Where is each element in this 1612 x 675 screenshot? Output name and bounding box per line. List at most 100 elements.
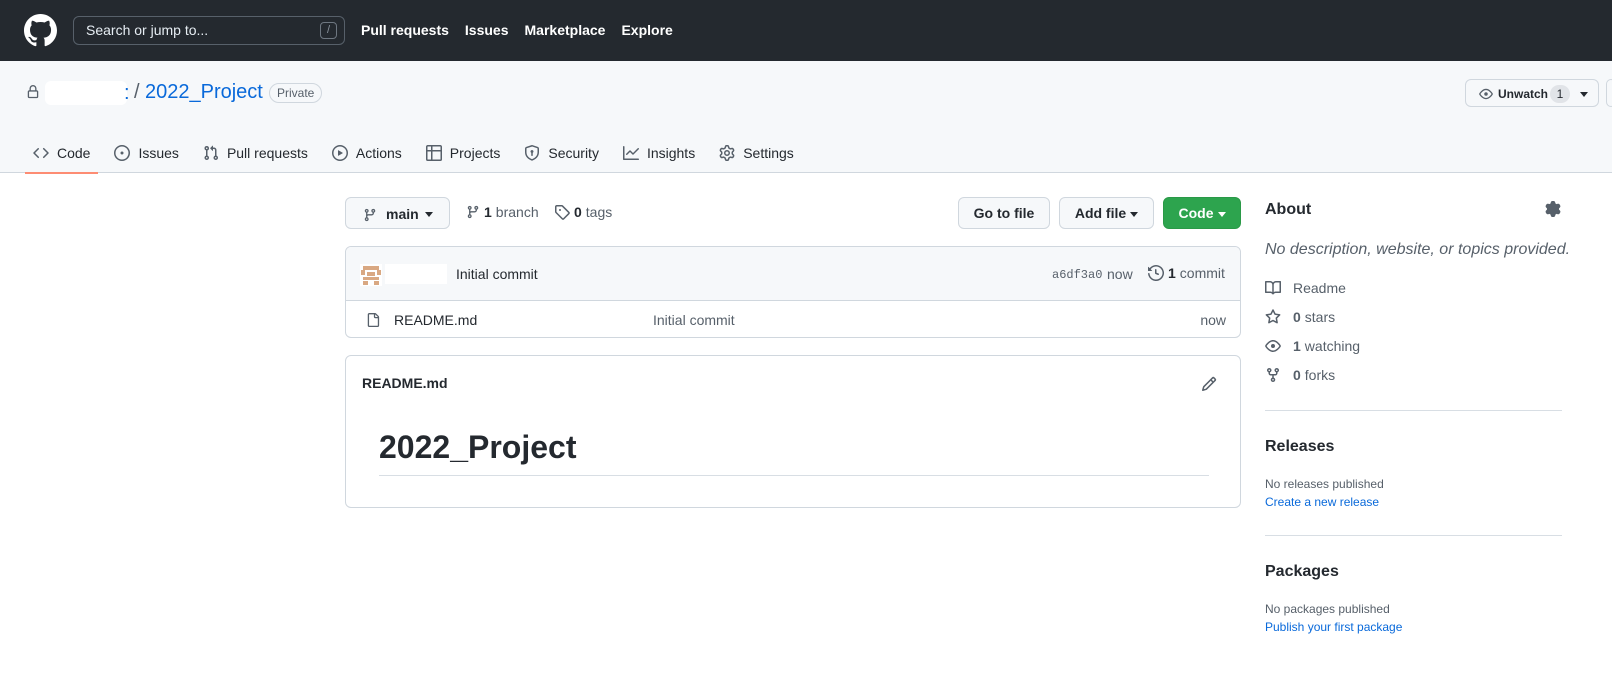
readme-title-link[interactable]: README.md [362, 375, 448, 391]
commit-history-link[interactable]: 1 commit [1148, 265, 1225, 281]
nav-explore[interactable]: Explore [621, 22, 672, 38]
repo-header: : / 2022_Project Private Unwatch 1 Code … [0, 61, 1612, 174]
commit-sha-link[interactable]: a6df3a0 [1052, 268, 1102, 282]
github-logo-icon[interactable] [24, 14, 57, 47]
commit-count: 1 [1168, 265, 1176, 281]
tab-insights[interactable]: Insights [615, 134, 703, 172]
about-heading: About [1265, 201, 1312, 218]
graph-icon [622, 146, 639, 160]
unwatch-label: Unwatch [1498, 87, 1549, 101]
pencil-icon[interactable] [1201, 376, 1217, 392]
nav-pull-requests[interactable]: Pull requests [361, 22, 449, 38]
chevron-down-icon [1217, 211, 1226, 217]
chevron-down-icon [1130, 211, 1139, 217]
unwatch-button[interactable]: Unwatch 1 [1465, 79, 1599, 107]
packages-note: No packages published [1265, 602, 1390, 616]
star-icon [1265, 309, 1281, 324]
chevron-down-icon [1580, 92, 1588, 97]
commit-message-link[interactable]: Initial commit [456, 266, 538, 282]
go-to-file-button[interactable]: Go to file [958, 197, 1050, 229]
latest-commit-row: Initial commit a6df3a0 now 1 commit [346, 247, 1240, 301]
watching-word: watching [1304, 338, 1361, 354]
tab-security[interactable]: Security [516, 134, 607, 172]
tab-actions[interactable]: Actions [324, 134, 410, 172]
git-branch-icon [467, 205, 479, 219]
nav-marketplace[interactable]: Marketplace [525, 22, 606, 38]
gear-icon [719, 145, 735, 161]
global-nav: Pull requests Issues Marketplace Explore [361, 22, 673, 38]
avatar[interactable] [360, 264, 382, 286]
commit-author-redacted[interactable] [385, 264, 447, 284]
tab-projects-label: Projects [449, 145, 501, 161]
releases-heading[interactable]: Releases [1265, 438, 1334, 456]
create-release-link[interactable]: Create a new release [1265, 495, 1379, 509]
git-branch-icon [363, 207, 377, 223]
owner-name-tail[interactable]: : [124, 82, 130, 105]
table-icon [425, 145, 442, 161]
add-file-button[interactable]: Add file [1059, 197, 1154, 229]
watch-count: 1 [1550, 85, 1570, 103]
eye-icon [1265, 340, 1281, 352]
stars-link[interactable]: 0 stars [1265, 309, 1335, 325]
gear-icon[interactable] [1545, 201, 1561, 217]
table-row: README.md Initial commit now [346, 301, 1240, 337]
tab-actions-label: Actions [355, 145, 402, 161]
branch-name: main [386, 206, 419, 222]
about-description: No description, website, or topics provi… [1265, 241, 1571, 258]
tags-link[interactable]: 0 tags [554, 204, 612, 220]
tab-code-label: Code [57, 145, 91, 161]
branch-select-button[interactable]: main [345, 197, 450, 229]
readme-link[interactable]: Readme [1265, 280, 1346, 296]
tab-pull-requests-label: Pull requests [226, 145, 308, 161]
pull-request-icon [204, 145, 218, 161]
packages-heading[interactable]: Packages [1265, 563, 1339, 581]
search-placeholder: Search or jump to... [86, 22, 209, 38]
owner-name-redacted[interactable] [45, 81, 127, 105]
file-name-link[interactable]: README.md [394, 312, 477, 328]
publish-package-link[interactable]: Publish your first package [1265, 620, 1402, 634]
lock-icon [26, 84, 40, 100]
history-icon [1148, 265, 1164, 281]
play-icon [331, 145, 348, 161]
commit-word: commit [1179, 265, 1225, 281]
file-icon [366, 312, 380, 328]
tab-pull-requests[interactable]: Pull requests [195, 134, 316, 172]
shield-icon [525, 145, 540, 161]
issue-icon [114, 145, 131, 161]
watching-link[interactable]: 1 watching [1265, 338, 1360, 354]
releases-note: No releases published [1265, 477, 1384, 491]
code-download-button[interactable]: Code [1163, 197, 1241, 229]
nav-issues[interactable]: Issues [465, 22, 509, 38]
add-file-label: Add file [1074, 205, 1127, 221]
readme-link-label: Readme [1293, 280, 1346, 296]
file-list: Initial commit a6df3a0 now 1 commit READ… [345, 246, 1241, 338]
chevron-down-icon [425, 212, 433, 217]
tag-icon [555, 205, 570, 220]
tab-insights-label: Insights [646, 145, 696, 161]
repo-name-link[interactable]: 2022_Project [145, 81, 263, 104]
tab-code[interactable]: Code [25, 134, 99, 174]
readme-panel: README.md 2022_Project [345, 355, 1241, 508]
book-icon [1265, 280, 1281, 295]
forks-link[interactable]: 0 forks [1265, 367, 1335, 383]
file-commit-message-link[interactable]: Initial commit [653, 312, 735, 328]
tab-settings-label: Settings [743, 145, 794, 161]
search-input[interactable]: Search or jump to... / [73, 16, 345, 45]
global-header: Search or jump to... / Pull requests Iss… [0, 0, 1612, 61]
readme-divider [379, 475, 1209, 476]
branch-count: 1 [484, 204, 492, 220]
tag-word: tags [585, 204, 613, 220]
branch-word: branch [495, 204, 539, 220]
stars-word: stars [1304, 309, 1336, 325]
readme-heading: 2022_Project [379, 429, 577, 465]
stars-count: 0 [1293, 309, 1301, 325]
fork-icon [1267, 368, 1279, 383]
branches-link[interactable]: 1 branch [466, 204, 539, 220]
code-icon [33, 147, 49, 159]
fork-button[interactable] [1606, 79, 1612, 107]
path-separator: / [134, 81, 140, 103]
tab-issues[interactable]: Issues [106, 134, 186, 172]
tab-projects[interactable]: Projects [418, 134, 509, 172]
forks-word: forks [1304, 367, 1336, 383]
tab-settings[interactable]: Settings [711, 134, 802, 172]
